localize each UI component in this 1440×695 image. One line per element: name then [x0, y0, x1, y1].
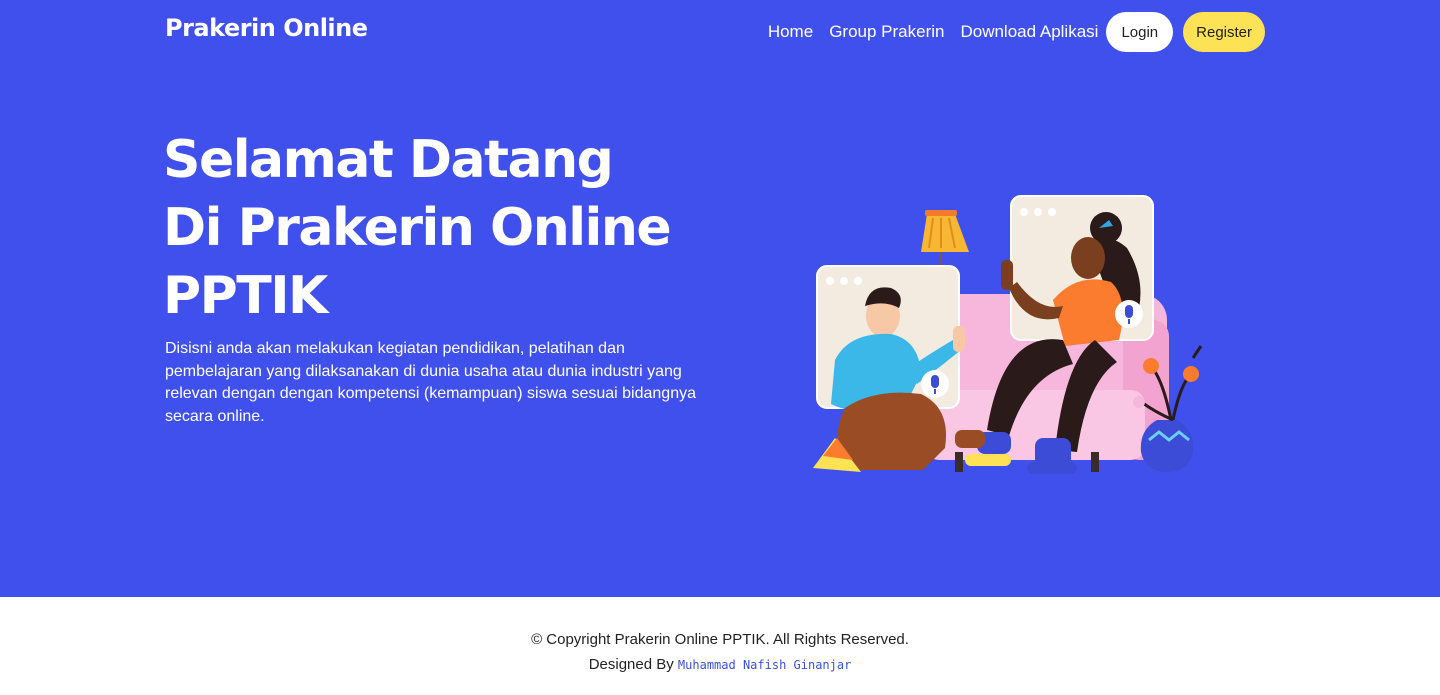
brand-logo[interactable]: Prakerin Online [165, 14, 368, 42]
hero-title-line-2: Di Prakerin Online [163, 198, 672, 258]
microphone-icon [921, 370, 949, 398]
login-button[interactable]: Login [1106, 12, 1174, 52]
footer: © Copyright Prakerin Online PPTIK. All R… [0, 597, 1440, 695]
nav-download-link[interactable]: Download Aplikasi [960, 13, 1098, 51]
hero-title: Selamat Datang Di Prakerin Online PPTIK [163, 126, 763, 330]
designed-by-label: Designed By [588, 656, 674, 673]
designer-link[interactable]: Muhammad Nafish Ginanjar [678, 658, 851, 672]
register-button[interactable]: Register [1183, 12, 1265, 52]
nav-home-link[interactable]: Home [768, 13, 813, 51]
copyright-text: © Copyright Prakerin Online PPTIK. All R… [531, 631, 909, 648]
microphone-icon-2 [1115, 300, 1143, 328]
hero-title-line-3: PPTIK [163, 266, 328, 326]
hero-title-line-1: Selamat Datang [163, 130, 614, 190]
main-nav: Home Group Prakerin Download Aplikasi Lo… [768, 12, 1265, 52]
designed-by-line: Designed By Muhammad Nafish Ginanjar [0, 656, 1440, 673]
hero-description: Disisni anda akan melakukan kegiatan pen… [165, 340, 696, 425]
video-call-illustration [805, 190, 1205, 480]
hero-section: Prakerin Online Home Group Prakerin Down… [0, 0, 1440, 597]
nav-group-link[interactable]: Group Prakerin [829, 13, 944, 51]
